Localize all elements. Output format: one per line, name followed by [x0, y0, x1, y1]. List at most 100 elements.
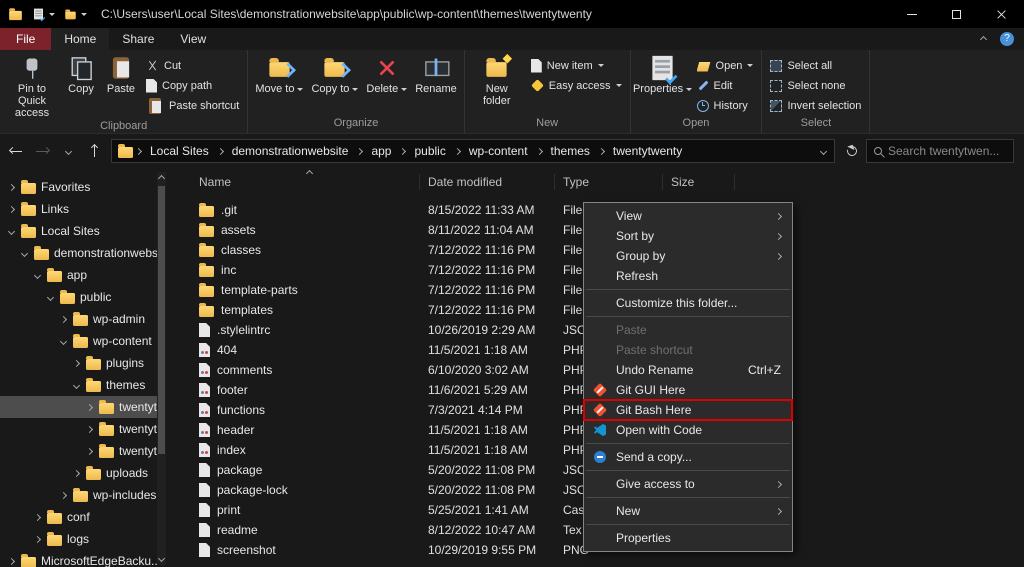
tree-item-logs[interactable]: logs	[0, 528, 157, 550]
tree-item-app[interactable]: app	[0, 264, 157, 286]
breadcrumb-public[interactable]: public	[408, 144, 451, 158]
chevron-right-icon[interactable]	[454, 147, 461, 154]
chevron-down-icon[interactable]	[20, 249, 27, 256]
chevron-down-icon[interactable]	[7, 227, 14, 234]
move-to-button[interactable]: Move to	[251, 52, 307, 95]
tree-item-twentytwen[interactable]: twentytwen...	[0, 440, 157, 462]
chevron-down-icon[interactable]	[59, 337, 66, 344]
recent-locations-button[interactable]	[56, 139, 81, 163]
open-button[interactable]: Open	[692, 57, 759, 74]
easy-access-button[interactable]: Easy access	[526, 77, 627, 94]
qat-button-1[interactable]	[31, 5, 55, 23]
tree-item-public[interactable]: public	[0, 286, 157, 308]
view-menu-item[interactable]: View	[584, 206, 792, 226]
invert-selection-button[interactable]: Invert selection	[765, 97, 866, 114]
breadcrumb-wp-content[interactable]: wp-content	[463, 144, 534, 158]
chevron-down-icon[interactable]	[72, 381, 79, 388]
tree-item-conf[interactable]: conf	[0, 506, 157, 528]
sort-by-menu-item[interactable]: Sort by	[584, 226, 792, 246]
tree-item-uploads[interactable]: uploads	[0, 462, 157, 484]
sidebar-scrollbar[interactable]	[157, 172, 166, 565]
breadcrumb-themes[interactable]: themes	[545, 144, 596, 158]
tree-item-local-sites[interactable]: Local Sites	[0, 220, 157, 242]
open-with-code-menu-item[interactable]: Open with Code	[584, 420, 792, 440]
column-header-date-modified[interactable]: Date modified	[420, 174, 555, 190]
breadcrumb-demonstrationwebsite[interactable]: demonstrationwebsite	[226, 144, 355, 158]
ribbon-collapse-button[interactable]	[980, 35, 987, 42]
minimize-button[interactable]	[889, 0, 934, 28]
new-folder-button[interactable]: New folder	[468, 52, 526, 107]
chevron-right-icon[interactable]	[356, 147, 363, 154]
chevron-right-icon[interactable]	[135, 147, 142, 154]
cut-button[interactable]: Cut	[141, 57, 244, 74]
chevron-right-icon[interactable]	[59, 491, 66, 498]
scrollbar-thumb[interactable]	[158, 186, 165, 454]
breadcrumb-local-sites[interactable]: Local Sites	[144, 144, 215, 158]
chevron-right-icon[interactable]	[59, 315, 66, 322]
tree-item-twentytwen[interactable]: twentytwen...	[0, 418, 157, 440]
help-icon[interactable]	[1000, 32, 1014, 46]
column-header-name[interactable]: Name	[185, 174, 420, 190]
up-button[interactable]	[82, 139, 107, 163]
edit-button[interactable]: Edit	[692, 77, 759, 94]
tree-item-demonstrationwebs[interactable]: demonstrationwebs...	[0, 242, 157, 264]
search-input[interactable]	[888, 144, 1006, 158]
chevron-right-icon[interactable]	[535, 147, 542, 154]
tab-view[interactable]: View	[167, 28, 219, 50]
chevron-right-icon[interactable]	[85, 403, 92, 410]
maximize-button[interactable]	[934, 0, 979, 28]
tab-file[interactable]: File	[0, 28, 51, 50]
chevron-down-icon[interactable]	[33, 271, 40, 278]
chevron-right-icon[interactable]	[85, 425, 92, 432]
paste-button[interactable]: Paste	[101, 52, 141, 95]
scroll-up-icon[interactable]	[158, 175, 165, 182]
chevron-down-icon[interactable]	[46, 293, 53, 300]
git-bash-here-menu-item[interactable]: Git Bash Here	[584, 400, 792, 420]
pin-to-quick-access-button[interactable]: Pin to Quick access	[3, 52, 61, 119]
chevron-right-icon[interactable]	[7, 205, 14, 212]
send-a-copy-menu-item[interactable]: Send a copy...	[584, 447, 792, 467]
rename-button[interactable]: Rename	[411, 52, 461, 95]
refresh-button[interactable]	[839, 139, 865, 163]
qat-button-2[interactable]	[63, 8, 87, 21]
tree-item-wp-content[interactable]: wp-content	[0, 330, 157, 352]
address-box[interactable]: Local Sites demonstrationwebsite app public…	[111, 139, 835, 163]
breadcrumb-app[interactable]: app	[365, 144, 397, 158]
properties-menu-item[interactable]: Properties	[584, 528, 792, 548]
breadcrumb-twentytwenty[interactable]: twentytwenty	[607, 144, 688, 158]
properties-button[interactable]: Properties	[634, 52, 692, 95]
delete-button[interactable]: Delete	[362, 52, 411, 95]
tree-item-wp-includes[interactable]: wp-includes	[0, 484, 157, 506]
address-dropdown-button[interactable]	[821, 149, 828, 154]
tree-item-themes[interactable]: themes	[0, 374, 157, 396]
chevron-right-icon[interactable]	[598, 147, 605, 154]
copy-button[interactable]: Copy	[61, 52, 101, 95]
new-menu-item[interactable]: New	[584, 501, 792, 521]
chevron-right-icon[interactable]	[217, 147, 224, 154]
tree-item-wp-admin[interactable]: wp-admin	[0, 308, 157, 330]
undo-rename-menu-item[interactable]: Undo RenameCtrl+Z	[584, 360, 792, 380]
select-none-button[interactable]: Select none	[765, 77, 866, 94]
back-button[interactable]	[4, 139, 29, 163]
group-by-menu-item[interactable]: Group by	[584, 246, 792, 266]
column-header-type[interactable]: Type	[555, 174, 663, 190]
tab-share[interactable]: Share	[109, 28, 167, 50]
close-button[interactable]	[979, 0, 1024, 28]
chevron-right-icon[interactable]	[85, 447, 92, 454]
tree-item-twentytwen[interactable]: twentytwen...	[0, 396, 157, 418]
tab-home[interactable]: Home	[51, 28, 109, 50]
chevron-right-icon[interactable]	[399, 147, 406, 154]
forward-button[interactable]	[30, 139, 55, 163]
new-item-button[interactable]: New item	[526, 57, 627, 74]
scroll-down-icon[interactable]	[158, 555, 165, 562]
tree-item-links[interactable]: Links	[0, 198, 157, 220]
history-button[interactable]: History	[692, 97, 759, 114]
git-gui-here-menu-item[interactable]: Git GUI Here	[584, 380, 792, 400]
refresh-menu-item[interactable]: Refresh	[584, 266, 792, 286]
chevron-right-icon[interactable]	[33, 513, 40, 520]
copy-to-button[interactable]: Copy to	[307, 52, 362, 95]
tree-item-plugins[interactable]: plugins	[0, 352, 157, 374]
tree-item-microsoftedgebacku[interactable]: MicrosoftEdgeBacku...	[0, 550, 157, 567]
chevron-right-icon[interactable]	[72, 359, 79, 366]
give-access-to-menu-item[interactable]: Give access to	[584, 474, 792, 494]
